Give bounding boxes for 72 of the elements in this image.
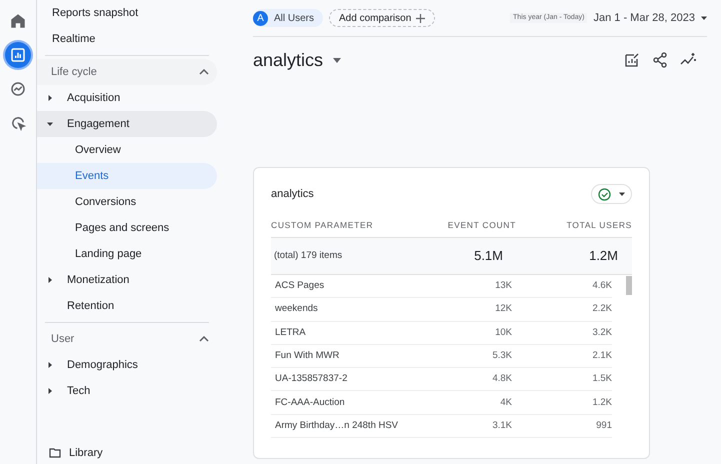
table-cell-text: 10K xyxy=(494,326,512,340)
table-cell-text: 2.1K xyxy=(591,348,612,363)
table-cell-text: 3.1K xyxy=(491,418,512,433)
total-label: (total) 179 items xyxy=(274,248,344,263)
page-title: analytics xyxy=(253,48,324,72)
table-cell-text: 4.6K xyxy=(591,279,612,294)
table-cell-text: Fun With MWR xyxy=(275,348,340,363)
date-range-button[interactable]: Jan 1 - Mar 28, 2023 xyxy=(593,10,707,26)
caret-icon xyxy=(47,388,53,394)
table-cell-text: 12K xyxy=(494,302,512,316)
table-cell-text: 3.2K xyxy=(591,326,612,340)
nav-item[interactable]: Engagement xyxy=(37,111,217,137)
total-value: 5.1M xyxy=(473,247,503,266)
check-circle-icon xyxy=(598,188,611,200)
nav-item[interactable]: Acquisition xyxy=(37,85,217,111)
table-cell-text: 2.2K xyxy=(591,302,612,316)
segment-badge: A xyxy=(253,10,268,26)
nav-subitem[interactable]: Overview xyxy=(37,137,217,163)
cursor-target-icon xyxy=(9,114,27,132)
rail-button[interactable] xyxy=(5,42,31,68)
table-cell-text: 991 xyxy=(595,418,612,433)
column-header: EVENT COUNT xyxy=(446,219,516,232)
home-icon xyxy=(9,12,27,30)
segment-chip[interactable]: A All Users xyxy=(253,9,324,27)
caret-icon xyxy=(701,15,707,21)
total-value: 1.2M xyxy=(588,247,618,266)
column-header: TOTAL USERS xyxy=(566,219,632,232)
table-cell-text: 1.2K xyxy=(591,396,612,410)
chevron-icon xyxy=(199,336,209,342)
caret-icon xyxy=(47,121,53,127)
table-cell-text: ACS Pages xyxy=(275,279,326,294)
nav-link[interactable]: Reports snapshot xyxy=(37,0,217,26)
table-cell-text: Army Birthday…n 248th HSV xyxy=(275,418,400,433)
chevron-icon xyxy=(199,69,209,75)
plus-icon xyxy=(416,14,426,22)
table-cell-text: 5.3K xyxy=(491,348,512,363)
table-cell-text: 13K xyxy=(494,279,512,294)
nav-item[interactable]: Tech xyxy=(37,378,217,404)
library-link[interactable]: Library xyxy=(69,444,103,461)
caret-icon xyxy=(47,277,53,283)
segment-label: All Users xyxy=(274,12,314,26)
folder-icon xyxy=(49,448,61,458)
share-icon[interactable] xyxy=(652,52,668,68)
nav-subitem[interactable]: Pages and screens xyxy=(37,215,217,241)
bar-chart-icon xyxy=(9,46,27,64)
table-cell-text: 4K xyxy=(499,396,512,410)
nav-subitem[interactable]: Conversions xyxy=(37,189,217,215)
nav-item[interactable]: Demographics xyxy=(37,352,217,378)
caret-icon xyxy=(47,95,53,101)
column-header: CUSTOM PARAMETER xyxy=(271,219,374,232)
section-header[interactable]: User xyxy=(37,326,217,352)
section-header[interactable]: Life cycle xyxy=(37,59,217,85)
add-comparison-button[interactable]: Add comparison xyxy=(329,9,436,27)
table-cell-text: 1.5K xyxy=(591,372,612,386)
card-title: analytics xyxy=(271,186,314,202)
caret-icon xyxy=(619,191,625,197)
nav-item[interactable]: Monetization xyxy=(37,267,217,293)
nav-item[interactable]: Retention xyxy=(37,293,217,319)
caret-icon xyxy=(47,362,53,368)
status-dropdown[interactable] xyxy=(591,184,632,204)
nav-subitem[interactable]: Events xyxy=(37,163,217,189)
table-cell-text: UA-135857837-2 xyxy=(275,372,348,386)
table-cell-text: LETRA xyxy=(275,326,307,340)
nav-link[interactable]: Realtime xyxy=(37,26,217,52)
table-cell-text: weekends xyxy=(275,302,319,316)
scrollbar-thumb[interactable] xyxy=(626,276,632,295)
table-cell-text: 4.8K xyxy=(491,372,512,386)
edit-report-icon[interactable] xyxy=(624,52,640,68)
trend-circle-icon xyxy=(9,80,27,98)
nav-subitem[interactable]: Landing page xyxy=(37,241,217,267)
dropdown-icon[interactable] xyxy=(333,58,342,62)
table-cell-text: FC-AAA-Auction xyxy=(275,396,346,410)
